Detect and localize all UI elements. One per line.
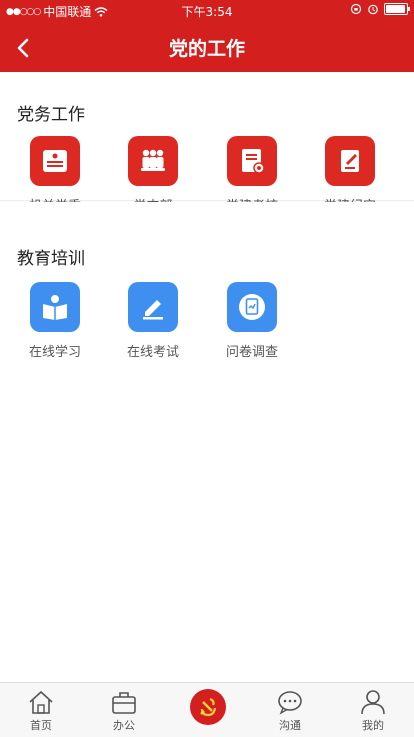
page-title: 党的工作 [168,38,245,60]
tab-office[interactable]: 办公 [83,683,165,737]
grid-item-survey[interactable]: 问卷调查 [207,282,297,360]
home-icon [29,690,53,714]
tab-home[interactable]: 首页 [0,683,82,737]
tab-communicate[interactable]: 沟通 [249,683,331,737]
section-title: 党务工作 [17,105,85,125]
battery-icon [384,3,410,15]
grid-item-online-exam[interactable]: 在线考试 [108,282,198,360]
education-training-section: 教育培训 在线学习 在线考试 问卷调查 [0,202,414,682]
certificate-icon [30,136,80,186]
user-icon [361,690,385,715]
chat-icon [278,691,302,715]
party-affairs-section: 党务工作 机关党委 党支部 党建考核 党建纪实 [0,72,414,214]
group-icon [128,136,178,186]
tab-label: 我的 [362,719,384,732]
tab-label: 首页 [30,719,52,732]
app-header: ●●○○○ 中国联通 下午3:54 党的工作 [0,0,414,72]
bottom-tab-bar: 首页 办公 沟通 我的 [0,682,414,737]
pen-icon [128,282,178,332]
status-bar: ●●○○○ 中国联通 下午3:54 [0,0,414,20]
grid-item-label: 在线考试 [126,345,179,360]
tab-party-center[interactable] [166,683,248,737]
grid-item-label: 在线学习 [28,345,81,360]
record-icon [325,136,375,186]
grid-item-online-learning[interactable]: 在线学习 [10,282,100,360]
survey-icon [227,282,277,332]
reading-icon [30,282,80,332]
briefcase-icon [112,692,136,714]
tab-label: 办公 [113,719,135,732]
tab-mine[interactable]: 我的 [332,683,414,737]
grid-item-label: 问卷调查 [225,345,278,360]
tab-label: 沟通 [279,719,301,732]
party-emblem-icon [190,689,226,725]
assessment-icon [227,136,277,186]
rotation-lock-icon [350,3,362,15]
section-title: 教育培训 [17,249,85,269]
alarm-icon [368,4,378,15]
